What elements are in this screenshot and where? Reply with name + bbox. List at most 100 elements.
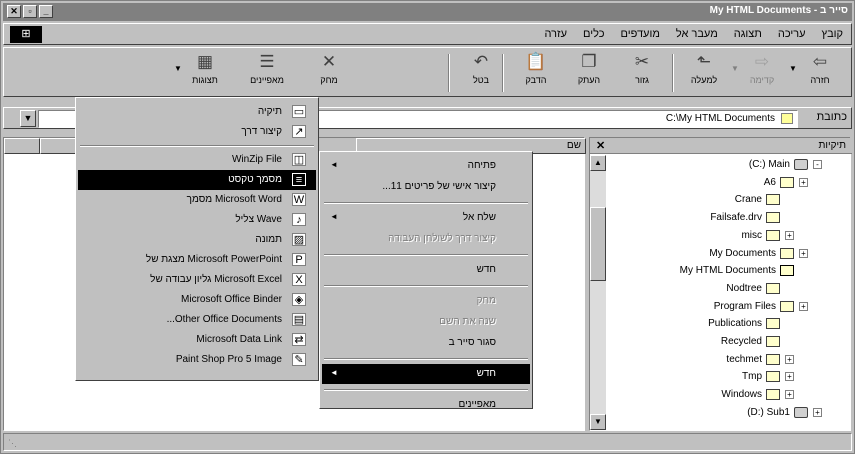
submenu-arrow-icon: ◄: [330, 368, 338, 377]
file-menu-item[interactable]: שלח אל ◄: [322, 208, 530, 228]
forward-dropdown-icon[interactable]: ▼: [731, 64, 739, 73]
menu-item-label: שלח אל: [462, 212, 496, 223]
tree-node[interactable]: Crane: [598, 193, 798, 208]
resize-grip-icon[interactable]: ⋱: [8, 438, 17, 449]
expand-plus-icon[interactable]: +: [785, 390, 794, 400]
paste-button[interactable]: 📋 הדבק: [513, 52, 559, 94]
folder-icon: [766, 389, 780, 401]
expand-plus-icon[interactable]: +: [799, 301, 808, 311]
menu-view[interactable]: תצוגה: [734, 28, 762, 40]
file-menu-item[interactable]: חדש ◄: [322, 364, 530, 384]
new-submenu-item[interactable]: ▭ תיקיה: [78, 102, 316, 122]
tree-node[interactable]: techmet +: [598, 353, 798, 368]
menu-item-label: Paint Shop Pro 5 Image: [175, 354, 282, 365]
tree-node[interactable]: Failsafe.drv: [598, 211, 798, 226]
delete-button[interactable]: ✕ מחק: [306, 52, 352, 94]
views-button[interactable]: ▦ תצוגות ▼: [174, 52, 228, 94]
tree-node[interactable]: Windows +: [598, 388, 798, 403]
new-submenu-item[interactable]: ⇄ Microsoft Data Link: [78, 330, 316, 350]
word-document-icon: W: [292, 193, 306, 206]
expand-plus-icon[interactable]: +: [785, 354, 794, 364]
new-submenu-item[interactable]: W Microsoft Word מסמך: [78, 190, 316, 210]
new-submenu-item[interactable]: ≡ מסמך טקסט: [78, 170, 316, 190]
menu-help[interactable]: עזרה: [545, 28, 567, 40]
scissors-icon: ✂: [634, 52, 650, 71]
office-binder-icon: ◈: [292, 293, 306, 306]
tree-node[interactable]: (C:) Main -: [626, 158, 826, 173]
views-dropdown-icon[interactable]: ▼: [174, 64, 182, 73]
scroll-down-icon[interactable]: ▼: [590, 414, 606, 430]
folder-icon: [766, 229, 780, 241]
folder-tree-pane[interactable]: ✕ תיקיות ▲ ▼ (C:) Main - A6 + Crane Failsafe.…: [589, 137, 852, 431]
new-submenu-item[interactable]: P Microsoft PowerPoint מצגת של: [78, 250, 316, 270]
cut-button[interactable]: ✂ גזור: [619, 52, 665, 94]
menu-tools[interactable]: כלים: [583, 28, 604, 40]
new-submenu-item[interactable]: ♪ Wave צליל: [78, 210, 316, 230]
expand-plus-icon[interactable]: +: [799, 248, 808, 258]
undo-button[interactable]: ↶ בטל: [458, 52, 504, 94]
column-header[interactable]: [4, 138, 40, 154]
menu-file[interactable]: קובץ: [822, 28, 843, 40]
tree-node[interactable]: Tmp +: [598, 370, 798, 385]
expand-plus-icon[interactable]: +: [799, 177, 808, 187]
new-submenu-item[interactable]: ◫ WinZip File: [78, 150, 316, 170]
windows-logo-icon: ⊞: [10, 26, 42, 43]
back-dropdown-icon[interactable]: ▼: [789, 64, 797, 73]
new-submenu-item[interactable]: ↗ קיצור דרך: [78, 122, 316, 142]
new-submenu-item[interactable]: X Microsoft Excel גליון עבודה של: [78, 270, 316, 290]
address-value: C:\My HTML Documents: [665, 113, 775, 124]
file-menu-item[interactable]: סגור סייר ב: [322, 333, 530, 353]
expand-plus-icon[interactable]: +: [785, 372, 794, 382]
tree-node[interactable]: My HTML Documents: [612, 264, 812, 279]
file-menu-item[interactable]: מאפיינים: [322, 395, 530, 415]
menu-item-label: Microsoft Office Binder: [181, 294, 282, 305]
new-submenu-item[interactable]: ▨ תמונה: [78, 230, 316, 250]
expand-plus-icon[interactable]: +: [785, 230, 794, 240]
menu-go[interactable]: מעבר אל: [676, 28, 718, 40]
forward-button[interactable]: ⇨ קדימה ▼: [731, 52, 785, 94]
tree-node[interactable]: Publications: [598, 317, 798, 332]
close-pane-icon[interactable]: ✕: [596, 139, 605, 152]
file-menu-item[interactable]: חדש: [322, 260, 530, 280]
collapse-minus-icon[interactable]: -: [813, 160, 822, 169]
new-submenu-item[interactable]: ▤ Other Office Documents...: [78, 310, 316, 330]
close-button[interactable]: ✕: [7, 5, 21, 18]
folder-icon: [780, 300, 794, 312]
menu-edit[interactable]: עריכה: [778, 28, 806, 40]
menu-item-label: Microsoft Excel גליון עבודה של: [150, 274, 282, 285]
menu-item-label: מחק: [476, 295, 496, 306]
folder-icon: [766, 282, 780, 294]
back-button[interactable]: ⇦ חזרה ▼: [789, 52, 843, 94]
tree-node-label: Nodtree: [726, 282, 762, 294]
address-dropdown-icon[interactable]: ▼: [20, 110, 36, 127]
tree-header-label: תיקיות: [818, 140, 846, 151]
menu-favorites[interactable]: מועדפים: [620, 28, 659, 40]
tree-node[interactable]: A6 +: [612, 176, 812, 191]
file-menu-item: מחק: [322, 291, 530, 311]
bitmap-image-icon: ▨: [292, 233, 306, 246]
office-documents-icon: ▤: [292, 313, 306, 326]
file-menu-item[interactable]: פתיחה ◄: [322, 156, 530, 176]
tree-node[interactable]: Nodtree: [598, 282, 798, 297]
title-bar[interactable]: ✕ ▫ _ My HTML Documents - סייר ב: [3, 3, 852, 21]
tree-node[interactable]: Recycled: [598, 335, 798, 350]
up-button[interactable]: ⬑ למעלה: [681, 52, 727, 94]
tree-node[interactable]: Program Files +: [612, 300, 812, 315]
new-submenu-item[interactable]: ◈ Microsoft Office Binder: [78, 290, 316, 310]
file-menu-item[interactable]: קיצור אישי של פריטים 11...: [322, 177, 530, 197]
scroll-up-icon[interactable]: ▲: [590, 155, 606, 171]
tree-node[interactable]: misc +: [598, 229, 798, 244]
winzip-icon: ◫: [292, 153, 306, 166]
folder-icon: [781, 113, 793, 124]
expand-plus-icon[interactable]: +: [813, 407, 822, 417]
new-submenu: ▭ תיקיה ↗ קיצור דרך ◫ WinZip File ≡ מסמך טקסט W M…: [75, 97, 319, 381]
minimize-button[interactable]: _: [39, 5, 53, 18]
tree-node[interactable]: My Documents +: [612, 247, 812, 262]
copy-button[interactable]: ❐ העתק: [566, 52, 612, 94]
properties-button[interactable]: ☰ מאפיינים: [244, 52, 290, 94]
new-submenu-item[interactable]: ✎ Paint Shop Pro 5 Image: [78, 350, 316, 370]
tree-node[interactable]: (D:) Sub1 +: [626, 406, 826, 421]
undo-icon: ↶: [473, 52, 489, 71]
maximize-button[interactable]: ▫: [23, 5, 37, 18]
tree-node-label: techmet: [726, 353, 762, 365]
